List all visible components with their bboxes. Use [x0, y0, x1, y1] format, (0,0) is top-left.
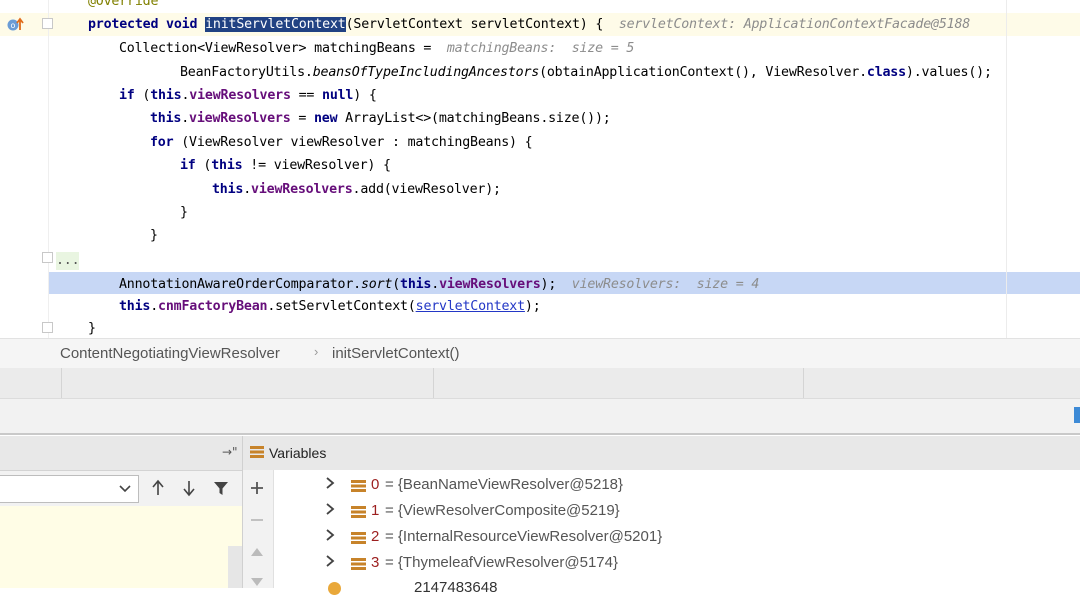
code-line-set-servlet: this.cnmFactoryBean.setServletContext(se… — [119, 299, 541, 314]
code-line-8: this.viewResolvers.add(viewResolver); — [212, 182, 501, 197]
tab-divider — [803, 368, 804, 398]
variables-side-toolbar — [243, 470, 274, 588]
breadcrumb: ContentNegotiatingViewResolver › initSer… — [0, 338, 1080, 369]
field-icon — [328, 582, 341, 595]
variable-index: 2 — [371, 528, 380, 545]
variables-panel-header: Variables — [243, 436, 1080, 471]
variable-row[interactable]: 2 = {InternalResourceViewResolver@5201} — [274, 525, 1080, 551]
code-line-10: } — [150, 228, 158, 243]
chevron-down-icon — [118, 480, 132, 499]
breadcrumb-method[interactable]: initServletContext() — [332, 345, 460, 362]
breadcrumb-separator: › — [314, 344, 319, 359]
code-line-9: } — [180, 205, 188, 220]
servlet-context-link[interactable]: servletContext — [416, 299, 525, 314]
array-element-icon — [351, 506, 366, 518]
variable-index: 3 — [371, 554, 380, 571]
code-line-4: if (this.viewResolvers == null) { — [119, 88, 377, 103]
remove-watch-icon[interactable] — [249, 512, 265, 532]
tab-divider — [61, 368, 62, 398]
gutter-separator — [48, 0, 49, 338]
frames-scrollbar[interactable] — [228, 546, 242, 588]
arrow-up-icon[interactable] — [150, 479, 166, 501]
variables-tree[interactable]: 0 = {BeanNameViewResolver@5218} 1 = {Vie… — [274, 470, 1080, 596]
expand-arrow-icon[interactable] — [324, 476, 336, 493]
move-down-icon[interactable] — [249, 574, 265, 593]
variables-title: Variables — [269, 445, 327, 461]
expand-arrow-icon[interactable] — [324, 502, 336, 519]
variable-row[interactable]: 0 = {BeanNameViewResolver@5218} — [274, 473, 1080, 499]
right-margin-guide — [1006, 0, 1007, 338]
code-line-closing: } — [88, 321, 96, 336]
arrow-down-icon[interactable] — [181, 479, 197, 501]
code-line-5: this.viewResolvers = new ArrayList<>(mat… — [150, 111, 611, 126]
breadcrumb-class[interactable]: ContentNegotiatingViewResolver — [60, 345, 280, 362]
variable-value: = {ThymeleafViewResolver@5174} — [385, 554, 618, 571]
svg-text:o: o — [11, 21, 16, 30]
variables-icon — [250, 446, 264, 458]
pin-arrow-icon[interactable]: →" — [222, 445, 238, 459]
code-line-2: Collection<ViewResolver> matchingBeans =… — [119, 41, 635, 56]
variable-value: = {ViewResolverComposite@5219} — [385, 502, 620, 519]
folded-code-placeholder[interactable]: ... — [56, 252, 80, 270]
debug-toolbar-area — [0, 399, 1080, 435]
frames-panel-header: →" — [0, 436, 242, 471]
fold-end-icon[interactable] — [42, 322, 53, 333]
array-element-icon — [351, 532, 366, 544]
move-up-icon[interactable] — [249, 544, 265, 563]
toolbar-edge-icon[interactable] — [1074, 407, 1080, 423]
filter-icon[interactable] — [213, 480, 229, 500]
variable-row-partial[interactable]: 2147483648 — [274, 577, 1080, 603]
expand-arrow-icon[interactable] — [324, 554, 336, 571]
array-element-icon — [351, 558, 366, 570]
override-method-icon[interactable]: o — [7, 16, 25, 36]
variable-value: = {BeanNameViewResolver@5218} — [385, 476, 624, 493]
code-line-7: if (this != viewResolver) { — [180, 158, 391, 173]
code-line-sort: AnnotationAwareOrderComparator.sort(this… — [119, 277, 760, 292]
variable-row[interactable]: 3 = {ThymeleafViewResolver@5174} — [274, 551, 1080, 577]
code-line-3: BeanFactoryUtils.beansOfTypeIncludingAnc… — [180, 65, 992, 80]
variable-row[interactable]: 1 = {ViewResolverComposite@5219} — [274, 499, 1080, 525]
selected-method-name: initServletContext — [205, 17, 346, 32]
tab-divider — [433, 368, 434, 398]
code-line-method-signature: protected void initServletContext(Servle… — [88, 17, 971, 32]
inline-debug-value: matchingBeans: size = 5 — [446, 41, 635, 56]
debug-tab-strip — [0, 368, 1080, 399]
code-line-6: for (ViewResolver viewResolver : matchin… — [150, 135, 533, 150]
inline-debug-value: viewResolvers: size = 4 — [571, 277, 760, 292]
frames-list[interactable] — [0, 506, 242, 588]
code-line-annotation: @Override — [88, 0, 159, 9]
variable-index: 0 — [371, 476, 380, 493]
add-watch-icon[interactable] — [249, 480, 265, 500]
frames-panel: →" — [0, 436, 243, 588]
fold-toggle-icon[interactable] — [42, 18, 53, 29]
code-editor[interactable]: o @Override protected void initServletCo… — [0, 0, 1080, 338]
expand-arrow-icon[interactable] — [324, 528, 336, 545]
variable-value: = {InternalResourceViewResolver@5201} — [385, 528, 663, 545]
inline-debug-value: servletContext: ApplicationContextFacade… — [618, 17, 971, 32]
thread-selector[interactable] — [0, 475, 139, 503]
fold-expand-icon[interactable] — [42, 252, 53, 263]
array-element-icon — [351, 480, 366, 492]
frames-toolbar — [0, 471, 242, 505]
variable-index: 1 — [371, 502, 380, 519]
